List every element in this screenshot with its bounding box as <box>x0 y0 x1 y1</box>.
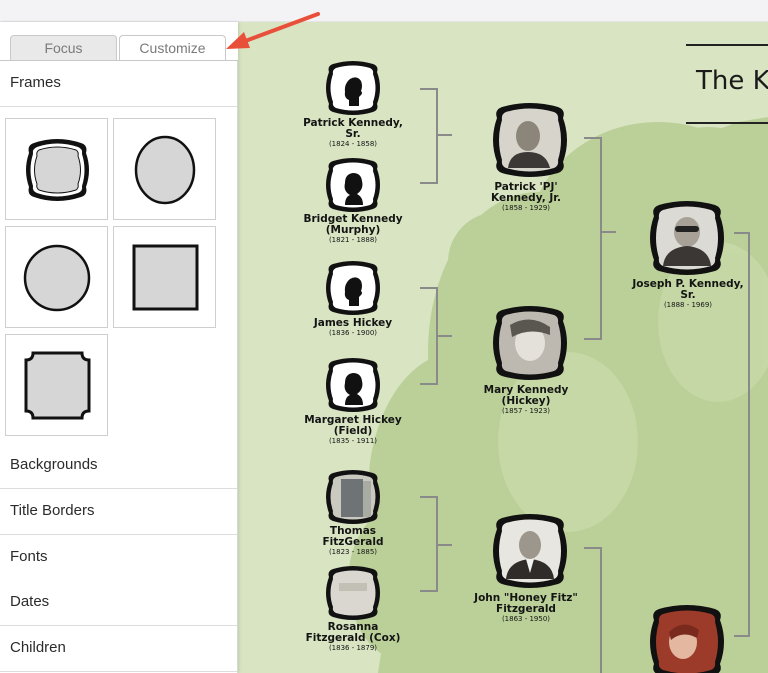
title-borders-section-header[interactable]: Title Borders <box>0 489 237 535</box>
portrait-photo <box>650 201 724 275</box>
portrait-frame[interactable] <box>492 513 568 594</box>
silhouette-female-icon <box>326 158 380 212</box>
silhouette-female-icon <box>326 358 380 412</box>
person-card[interactable]: Bridget Kennedy (Murphy) (1821 - 1888) <box>300 214 406 245</box>
notched-frame-icon <box>24 351 91 420</box>
connector-tick <box>438 335 452 337</box>
portrait-frame[interactable] <box>325 469 381 530</box>
fonts-section-header[interactable]: Fonts <box>0 535 237 581</box>
portrait-frame[interactable] <box>325 260 381 321</box>
oval-frame-icon <box>134 135 196 205</box>
portrait-photo <box>493 103 567 177</box>
connector-bracket <box>584 547 602 673</box>
person-card[interactable]: Rosanna Fitzgerald (Cox) (1836 - 1879) <box>300 622 406 653</box>
scalloped-frame-icon <box>26 139 89 201</box>
person-dates: (1823 - 1885) <box>328 548 378 556</box>
portrait-frame[interactable] <box>649 200 725 281</box>
person-dates: (1857 - 1923) <box>501 407 551 415</box>
person-card[interactable]: James Hickey (1836 - 1900) <box>300 318 406 338</box>
frame-option-circle[interactable] <box>5 226 108 328</box>
person-card[interactable]: Thomas FitzGerald (1823 - 1885) <box>300 526 406 557</box>
headstone-photo <box>326 566 380 620</box>
connector-tick <box>602 231 616 233</box>
person-card[interactable]: Margaret Hickey (Field) (1835 - 1911) <box>300 415 406 446</box>
frame-option-oval[interactable] <box>113 118 216 220</box>
title-border-bottom <box>686 122 768 124</box>
person-name: Margaret Hickey (Field) <box>304 414 402 437</box>
person-card[interactable]: Mary Kennedy (Hickey) (1857 - 1923) <box>474 385 578 416</box>
person-dates: (1858 - 1929) <box>501 204 551 212</box>
title-border-top <box>686 44 768 46</box>
children-section-header[interactable]: Children <box>0 626 237 672</box>
portrait-frame[interactable] <box>325 60 381 121</box>
person-name: John "Honey Fitz" Fitzgerald <box>474 592 578 615</box>
frame-option-scalloped[interactable] <box>5 118 108 220</box>
person-card[interactable]: Joseph P. Kennedy, Sr. (1888 - 1969) <box>630 279 746 310</box>
person-name: Mary Kennedy (Hickey) <box>483 384 569 407</box>
person-dates: (1836 - 1900) <box>328 329 378 337</box>
portrait-frame[interactable] <box>325 565 381 626</box>
dates-section-header[interactable]: Dates <box>0 580 237 626</box>
frames-section-header[interactable]: Frames <box>0 61 237 107</box>
person-name: Patrick Kennedy, Sr. <box>303 117 403 140</box>
connector-bracket <box>420 496 438 592</box>
person-dates: (1836 - 1879) <box>328 644 378 652</box>
tab-focus[interactable]: Focus <box>10 35 117 61</box>
gravestone-photo <box>326 470 380 524</box>
portrait-frame[interactable] <box>325 357 381 418</box>
frame-option-square[interactable] <box>113 226 216 328</box>
person-dates: (1821 - 1888) <box>328 236 378 244</box>
chart-title: The Ke <box>696 66 768 96</box>
portrait-photo <box>493 306 567 380</box>
connector-bracket <box>420 287 438 385</box>
portrait-frame[interactable] <box>649 604 725 673</box>
frame-option-notched[interactable] <box>5 334 108 436</box>
annotation-arrow-icon <box>226 12 320 49</box>
tab-customize[interactable]: Customize <box>119 35 226 62</box>
square-frame-icon <box>132 244 199 311</box>
connector-bracket <box>420 88 438 184</box>
top-bar <box>0 0 768 22</box>
person-card[interactable]: John "Honey Fitz" Fitzgerald (1863 - 195… <box>474 593 578 624</box>
tree-canvas[interactable]: The Ke Patrick Kennedy, Sr. (1824 - 1858… <box>238 22 768 673</box>
person-card[interactable]: Patrick Kennedy, Sr. (1824 - 1858) <box>300 118 406 149</box>
silhouette-male-icon <box>326 261 380 315</box>
backgrounds-section-header[interactable]: Backgrounds <box>0 443 237 489</box>
portrait-frame[interactable] <box>492 102 568 183</box>
person-name: Rosanna Fitzgerald (Cox) <box>305 621 401 644</box>
silhouette-male-icon <box>326 61 380 115</box>
person-name: Thomas FitzGerald <box>322 525 384 548</box>
connector-tick <box>438 134 452 136</box>
portrait-frame[interactable] <box>325 157 381 218</box>
panel-tabs: Focus Customize <box>0 22 238 62</box>
person-dates: (1863 - 1950) <box>501 615 551 623</box>
connector-bracket <box>584 137 602 340</box>
person-dates: (1824 - 1858) <box>328 140 378 148</box>
circle-frame-icon <box>23 244 91 312</box>
portrait-photo <box>493 514 567 588</box>
person-name: Bridget Kennedy (Murphy) <box>303 213 403 236</box>
person-dates: (1835 - 1911) <box>328 437 378 445</box>
portrait-frame[interactable] <box>492 305 568 386</box>
person-name: James Hickey <box>313 317 393 329</box>
person-dates: (1888 - 1969) <box>663 301 713 309</box>
customize-panel: Focus Customize Frames Backgrounds Title… <box>0 22 238 673</box>
person-name: Joseph P. Kennedy, Sr. <box>632 278 744 301</box>
portrait-photo <box>650 605 724 673</box>
person-card[interactable]: Patrick 'PJ' Kennedy, Jr. (1858 - 1929) <box>474 182 578 213</box>
connector-tick <box>438 544 452 546</box>
person-name: Patrick 'PJ' Kennedy, Jr. <box>491 181 561 204</box>
app-root: The Ke Patrick Kennedy, Sr. (1824 - 1858… <box>0 0 768 673</box>
